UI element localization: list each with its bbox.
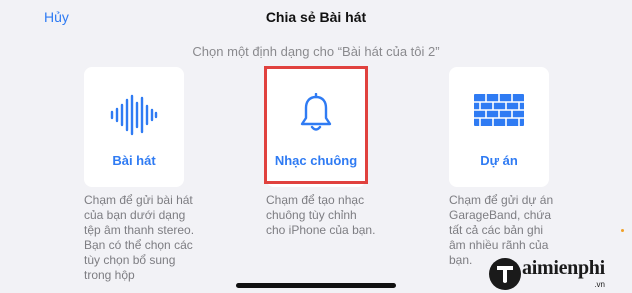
song-option-description: Chạm để gửi bài hát của bạn dưới dạng tệ… [84, 193, 195, 282]
watermark-t-icon [489, 258, 521, 290]
home-indicator[interactable] [236, 283, 396, 288]
watermark-suffix: .vn [594, 280, 605, 289]
format-prompt: Chọn một định dạng cho “Bài hát của tôi … [192, 44, 440, 59]
ringtone-option-card[interactable]: Nhạc chuông [266, 67, 366, 187]
page-title: Chia sẻ Bài hát [265, 9, 367, 25]
project-option-label: Dự án [480, 153, 518, 168]
bell-icon [266, 93, 366, 135]
song-option-card[interactable]: Bài hát [84, 67, 184, 187]
bricks-icon [449, 93, 549, 127]
watermark-logo: aimienphi .vn [489, 250, 605, 290]
song-option-label: Bài hát [112, 153, 156, 168]
project-option-card[interactable]: Dự án [449, 67, 549, 187]
indicator-dot [621, 229, 624, 232]
watermark-text: aimienphi [522, 257, 605, 279]
ringtone-option-label: Nhạc chuông [274, 153, 358, 168]
ringtone-option-description: Chạm để tạo nhạc chuông tùy chỉnh cho iP… [266, 193, 376, 237]
waveform-icon [84, 93, 184, 137]
